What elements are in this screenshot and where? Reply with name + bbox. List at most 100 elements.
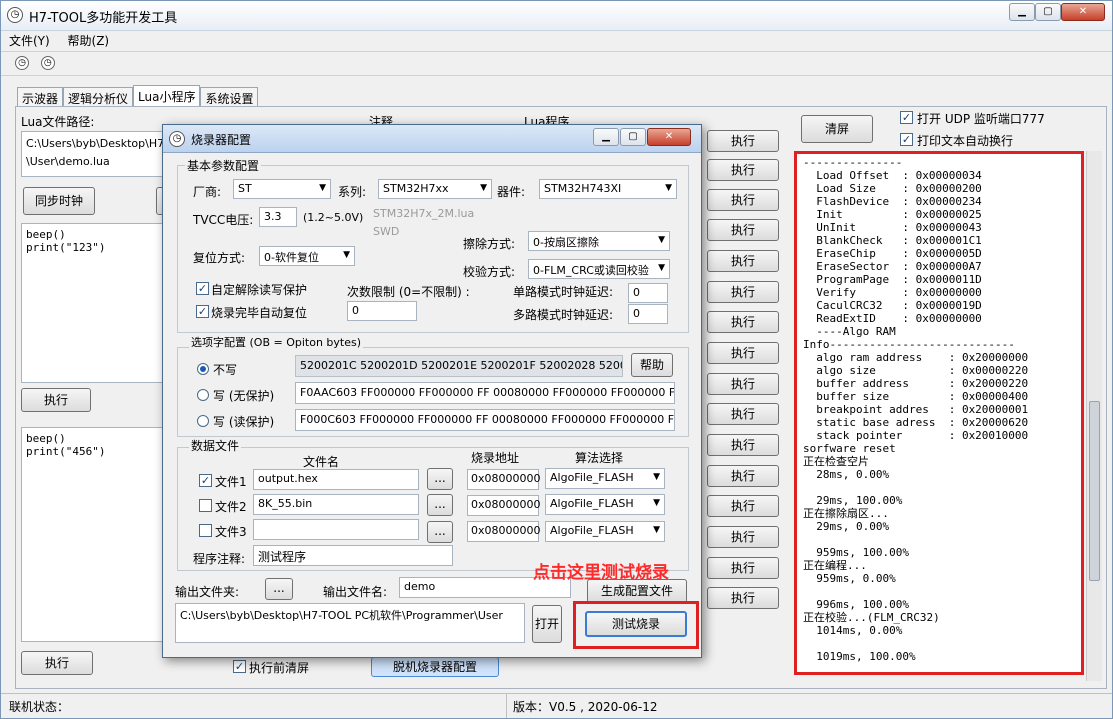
multi-delay-input[interactable]: 0 — [628, 304, 668, 324]
file3-name-input[interactable] — [253, 519, 419, 540]
row-execute-button[interactable]: 执行 — [707, 130, 779, 152]
minimize-button[interactable]: ▁ — [1009, 3, 1035, 21]
row-execute-button[interactable]: 执行 — [707, 159, 779, 181]
test-program-button[interactable]: 测试烧录 — [585, 611, 687, 637]
device-select[interactable]: STM32H743XI ▼ — [539, 179, 677, 199]
row-execute-button[interactable]: 执行 — [707, 526, 779, 548]
row-execute-button[interactable]: 执行 — [707, 189, 779, 211]
file2-address-input[interactable]: 0x08000000 — [467, 495, 541, 516]
file1-algo-value: AlgoFile_FLASH — [550, 471, 634, 484]
ob-rdprot-radio[interactable] — [197, 415, 209, 427]
ob-noprot-radio[interactable] — [197, 389, 209, 401]
output-dir-browse-button[interactable]: ... — [265, 578, 293, 600]
tab-oscilloscope[interactable]: 示波器 — [17, 87, 64, 107]
row-execute-button[interactable]: 执行 — [707, 373, 779, 395]
execute-button-2[interactable]: 执行 — [21, 651, 93, 675]
lua-path-line2: \User\demo.lua — [26, 155, 110, 168]
file1-algo-select[interactable]: AlgoFile_FLASH ▼ — [545, 468, 665, 489]
clock-icon[interactable]: ◷ — [40, 56, 55, 70]
program-note-input[interactable]: 测试程序 — [253, 545, 453, 566]
dialog-close-button[interactable]: ✕ — [647, 128, 691, 146]
file1-name-input[interactable]: output.hex — [253, 469, 419, 490]
file1-address-input[interactable]: 0x08000000 — [467, 469, 541, 490]
open-folder-button[interactable]: 打开 — [532, 605, 562, 643]
log-output[interactable]: --------------- Load Offset : 0x00000034… — [794, 151, 1084, 675]
limit-input[interactable]: 0 — [347, 301, 417, 321]
offline-programmer-config-button[interactable]: 脱机烧录器配置 — [371, 657, 499, 677]
file3-label: 文件3 — [215, 525, 247, 539]
menu-file[interactable]: 文件(Y) — [9, 32, 50, 49]
file1-checkbox[interactable]: ✓ — [199, 474, 212, 487]
tab-lua[interactable]: Lua小程序 — [133, 85, 201, 107]
file1-browse-button[interactable]: ... — [427, 468, 453, 490]
menu-bar: 文件(Y) 帮助(Z) — [9, 32, 123, 50]
data-files-title: 数据文件 — [189, 437, 242, 454]
clock-icon[interactable]: ◷ — [15, 56, 29, 70]
vendor-select[interactable]: ST ▼ — [233, 179, 331, 199]
file2-name-input[interactable]: 8K_55.bin — [253, 494, 419, 515]
udp-listen-checkbox[interactable]: ✓ — [900, 111, 913, 124]
auto-wrap-checkbox[interactable]: ✓ — [900, 133, 913, 146]
menu-help[interactable]: 帮助(Z) — [68, 32, 110, 49]
tab-settings[interactable]: 系统设置 — [200, 87, 259, 107]
row-execute-button[interactable]: 执行 — [707, 557, 779, 579]
maximize-button[interactable]: ▢ — [1035, 3, 1061, 21]
dialog-maximize-button[interactable]: ▢ — [620, 128, 646, 146]
tvcc-input[interactable]: 3.3 — [259, 207, 297, 227]
clear-before-checkbox[interactable]: ✓ — [233, 660, 246, 673]
lua-code-editor-1[interactable]: beep() print("123") — [21, 223, 163, 383]
series-value: STM32H7xx — [383, 182, 449, 195]
verify-select[interactable]: 0-FLM_CRC或读回校验 ▼ — [528, 259, 670, 279]
close-button[interactable]: ✕ — [1061, 3, 1105, 21]
file3-browse-button[interactable]: ... — [427, 521, 453, 543]
file3-algo-select[interactable]: AlgoFile_FLASH ▼ — [545, 521, 665, 542]
file3-algo-value: AlgoFile_FLASH — [550, 524, 634, 537]
file2-checkbox[interactable] — [199, 499, 212, 512]
help-button[interactable]: 帮助 — [631, 353, 673, 377]
row-execute-button[interactable]: 执行 — [707, 311, 779, 333]
dialog-minimize-button[interactable]: ▁ — [593, 128, 619, 146]
lua-path-field[interactable]: C:\Users\byb\Desktop\H7-T \User\demo.lua — [21, 131, 163, 177]
annotation-text: 点击这里测试烧录 — [533, 563, 669, 583]
lua-code-editor-2[interactable]: beep() print("456") — [21, 427, 163, 642]
row-execute-button[interactable]: 执行 — [707, 250, 779, 272]
log-scrollbar[interactable] — [1086, 151, 1102, 681]
title-bar[interactable]: ◷ H7-TOOL多功能开发工具 ▁ ▢ ✕ — [1, 1, 1112, 31]
ob-none-value[interactable]: 5200201C 5200201D 5200201E 5200201F 5200… — [295, 355, 623, 377]
ob-rdprot-value[interactable]: F000C603 FF000000 FF000000 FF 00080000 F… — [295, 409, 675, 431]
scrollbar-thumb[interactable] — [1089, 401, 1100, 581]
file3-checkbox[interactable] — [199, 524, 212, 537]
ob-none-radio[interactable] — [197, 363, 209, 375]
tvcc-range: (1.2~5.0V) — [303, 211, 364, 224]
auto-reset-checkbox[interactable]: ✓ — [196, 305, 209, 318]
auto-unlock-checkbox[interactable]: ✓ — [196, 282, 209, 295]
row-execute-button[interactable]: 执行 — [707, 281, 779, 303]
file2-algo-select[interactable]: AlgoFile_FLASH ▼ — [545, 494, 665, 515]
output-path-field[interactable]: C:\Users\byb\Desktop\H7-TOOL PC机软件\Progr… — [175, 603, 525, 643]
row-execute-button[interactable]: 执行 — [707, 403, 779, 425]
row-execute-button[interactable]: 执行 — [707, 434, 779, 456]
reset-select[interactable]: 0-软件复位 ▼ — [259, 246, 355, 266]
tab-logic-analyzer[interactable]: 逻辑分析仪 — [63, 87, 134, 107]
row-execute-button[interactable]: 执行 — [707, 465, 779, 487]
row-execute-button[interactable]: 执行 — [707, 342, 779, 364]
lua-path-line1: C:\Users\byb\Desktop\H7-T — [26, 137, 163, 150]
divider — [1, 51, 1112, 52]
row-execute-button[interactable]: 执行 — [707, 219, 779, 241]
ob-noprot-value[interactable]: F0AAC603 FF000000 FF000000 FF 00080000 F… — [295, 382, 675, 404]
row-execute-button[interactable]: 执行 — [707, 495, 779, 517]
file2-browse-button[interactable]: ... — [427, 494, 453, 516]
erase-select[interactable]: 0-按扇区擦除 ▼ — [528, 231, 670, 251]
vendor-value: ST — [238, 182, 252, 195]
series-select[interactable]: STM32H7xx ▼ — [378, 179, 492, 199]
chevron-down-icon: ▼ — [665, 183, 672, 193]
execute-button-1[interactable]: 执行 — [21, 388, 91, 412]
dialog-title-bar[interactable]: ◷ 烧录器配置 ▁ ▢ ✕ — [163, 125, 701, 153]
clear-screen-button[interactable]: 清屏 — [801, 115, 873, 143]
file3-address-input[interactable]: 0x08000000 — [467, 521, 541, 542]
row-execute-button[interactable]: 执行 — [707, 587, 779, 609]
single-delay-input[interactable]: 0 — [628, 283, 668, 303]
sync-clock-button[interactable]: 同步时钟 — [23, 187, 95, 215]
erase-label: 擦除方式: — [463, 237, 516, 251]
device-value: STM32H743XI — [544, 182, 622, 195]
